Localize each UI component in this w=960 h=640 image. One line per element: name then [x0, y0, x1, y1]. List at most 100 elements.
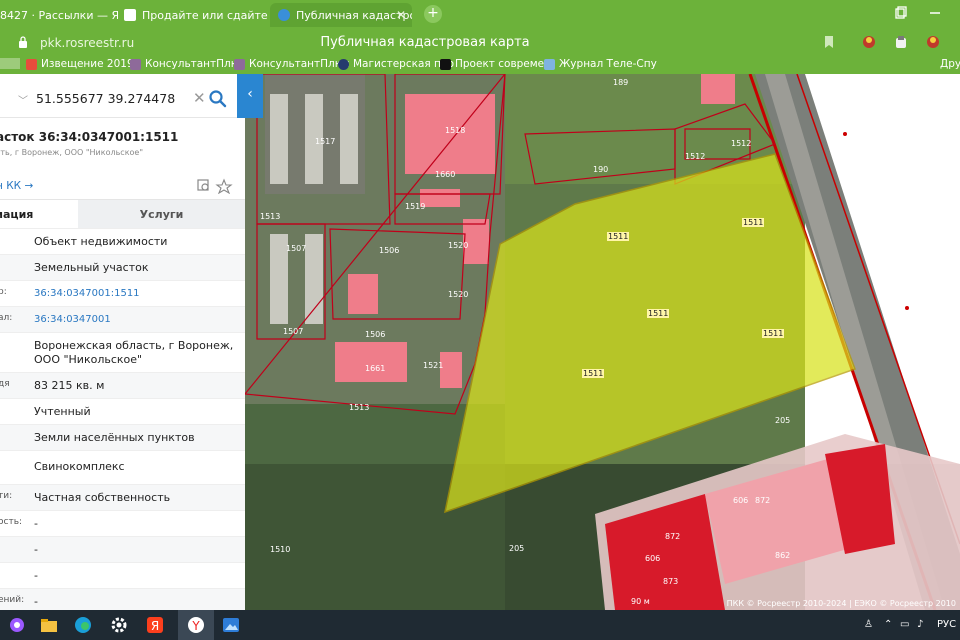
chevron-down-icon[interactable]: ﹀: [18, 92, 28, 107]
tab-label: 8427 · Рассылки — Яндекс: [0, 8, 118, 22]
bookmark-icon: [130, 58, 141, 70]
quarter-link[interactable]: 36:34:0347001: [34, 313, 244, 327]
bookmark-icon: [544, 58, 555, 70]
tab-cadastral-map[interactable]: Публичная кадастровая ✕: [270, 3, 412, 27]
tab-mail[interactable]: 8427 · Рассылки — Яндекс: [0, 3, 118, 27]
parcel-label: 872: [665, 532, 681, 541]
bookmark-label: Дру: [940, 58, 960, 70]
volume-icon[interactable]: ♪: [917, 619, 923, 630]
bookmark-other[interactable]: Дру: [940, 58, 960, 70]
satellite-layer[interactable]: [245, 74, 960, 610]
yandex-icon[interactable]: Я: [146, 616, 164, 634]
parcel-label: 1661: [365, 364, 386, 373]
object-subtitle: сть, г Воронеж, ООО "Никольское": [0, 148, 144, 157]
parcel-label: 873: [663, 577, 679, 586]
attr-row-status: Учтенный: [0, 398, 245, 424]
extension-icon[interactable]: [862, 35, 876, 49]
svg-text:Y: Y: [191, 619, 200, 633]
bookmark-item[interactable]: КонсультантПлюс: [130, 58, 245, 70]
panel-tabs: мация Услуги: [0, 199, 245, 229]
extension-icon[interactable]: [926, 35, 940, 49]
bookmark-icon: [338, 58, 349, 70]
bookmark-icon: [440, 58, 451, 70]
parcel-label: 1513: [260, 212, 281, 221]
parcel-label: 1520: [448, 241, 469, 250]
clear-icon[interactable]: ✕: [193, 89, 206, 107]
tab-information[interactable]: мация: [0, 200, 78, 229]
parcel-label: 1519: [405, 202, 426, 211]
tab-strip: 8427 · Рассылки — Яндекс Продайте или сд…: [0, 0, 960, 30]
tab-ads[interactable]: Продайте или сдайте в ар: [124, 3, 270, 27]
person-icon[interactable]: ♙: [864, 619, 873, 630]
parcel-label: 872: [755, 496, 771, 505]
zoom-to-icon[interactable]: [197, 179, 209, 191]
attr-row-changes: ений: -: [0, 588, 245, 610]
bookmark-item[interactable]: Проект современ: [440, 58, 551, 70]
bookmark-icon[interactable]: [822, 35, 836, 49]
parcel-label: 1511: [742, 218, 765, 227]
tab-services[interactable]: Услуги: [78, 200, 245, 229]
minimize-icon[interactable]: [928, 6, 942, 20]
attribute-list: Объект недвижимости Земельный участок р:…: [0, 228, 245, 610]
parcel-label: 189: [613, 78, 629, 87]
cadastral-number-link[interactable]: 36:34:0347001:1511: [34, 287, 244, 301]
attr-row-use: Свинокомплекс: [0, 450, 245, 484]
file-explorer-icon[interactable]: [40, 616, 58, 634]
collapse-panel-button[interactable]: ‹: [237, 74, 263, 118]
attr-row-kind: Земельный участок: [0, 254, 245, 280]
attr-row-category: Земли населённых пунктов: [0, 424, 245, 450]
bookmark-label: Проект современ: [455, 58, 551, 70]
attr-row: -: [0, 562, 245, 588]
bookmark-item[interactable]: Магистерская про: [338, 58, 454, 70]
show-on-map-link[interactable]: н КК →: [0, 180, 33, 192]
bookmark-label: КонсультантПлюс: [249, 58, 350, 70]
parcel-label: 1511: [582, 369, 605, 378]
parcel-label: 1518: [445, 126, 466, 135]
page-title: Публичная кадастровая карта: [320, 35, 530, 50]
close-icon[interactable]: ✕: [396, 8, 406, 22]
search-icon[interactable]: [208, 89, 228, 109]
photos-icon[interactable]: [222, 616, 240, 634]
extension-icon[interactable]: [894, 35, 908, 49]
parcel-label: 1521: [423, 361, 444, 370]
attr-row-type: Объект недвижимости: [0, 228, 245, 254]
parcel-label: 1660: [435, 170, 456, 179]
parcel-label: 1510: [270, 545, 291, 554]
parcel-label: 606: [645, 554, 661, 563]
parcel-label: 1512: [685, 152, 706, 161]
attr-row-address: Воронежская область, г Воронеж, ООО "Ник…: [0, 332, 245, 372]
parcel-label: 862: [775, 551, 791, 560]
parcel-label: 1507: [286, 244, 307, 253]
settings-icon[interactable]: [110, 616, 128, 634]
star-icon[interactable]: [215, 178, 233, 194]
svg-text:Я: Я: [151, 619, 159, 633]
parcel-label: 1513: [349, 403, 370, 412]
edge-icon[interactable]: [74, 616, 92, 634]
search-input[interactable]: 51.555677 39.274478: [36, 91, 175, 106]
search-box[interactable]: ﹀ 51.555677 39.274478 ✕: [0, 80, 237, 118]
map-scale: 90 м: [631, 597, 650, 606]
bookmark-label: Магистерская про: [353, 58, 455, 70]
parcel-label: 205: [775, 416, 791, 425]
bookmark-start[interactable]: [0, 58, 20, 69]
bookmark-label: Журнал Теле-Спу: [559, 58, 657, 70]
parcel-label: 1506: [379, 246, 400, 255]
tab-label: Продайте или сдайте в ар: [142, 8, 270, 22]
parcel-label: 190: [593, 165, 609, 174]
object-title: асток 36:34:0347001:1511: [0, 130, 179, 144]
tab-manager-icon[interactable]: [894, 6, 908, 20]
attr-row-cadastral-number: р: 36:34:0347001:1511: [0, 280, 245, 306]
bookmark-item[interactable]: Извещение 2019: [26, 58, 134, 70]
language-indicator[interactable]: РУС: [937, 619, 956, 630]
chevron-up-icon[interactable]: ⌃: [884, 619, 892, 630]
alice-icon[interactable]: [8, 616, 26, 634]
new-tab-button[interactable]: +: [424, 5, 442, 23]
yandex-browser-icon[interactable]: Y: [187, 616, 205, 634]
parcel-label: 1520: [448, 290, 469, 299]
cadastral-map[interactable]: 1511 1511 1511 1511 1511 189 190 1512 15…: [245, 74, 960, 610]
network-icon[interactable]: ▭: [900, 619, 909, 630]
avito-icon: [124, 9, 136, 21]
bookmark-item[interactable]: КонсультантПлюс: [234, 58, 349, 70]
bookmark-item[interactable]: Журнал Теле-Спу: [544, 58, 657, 70]
bookmark-label: КонсультантПлюс: [145, 58, 246, 70]
